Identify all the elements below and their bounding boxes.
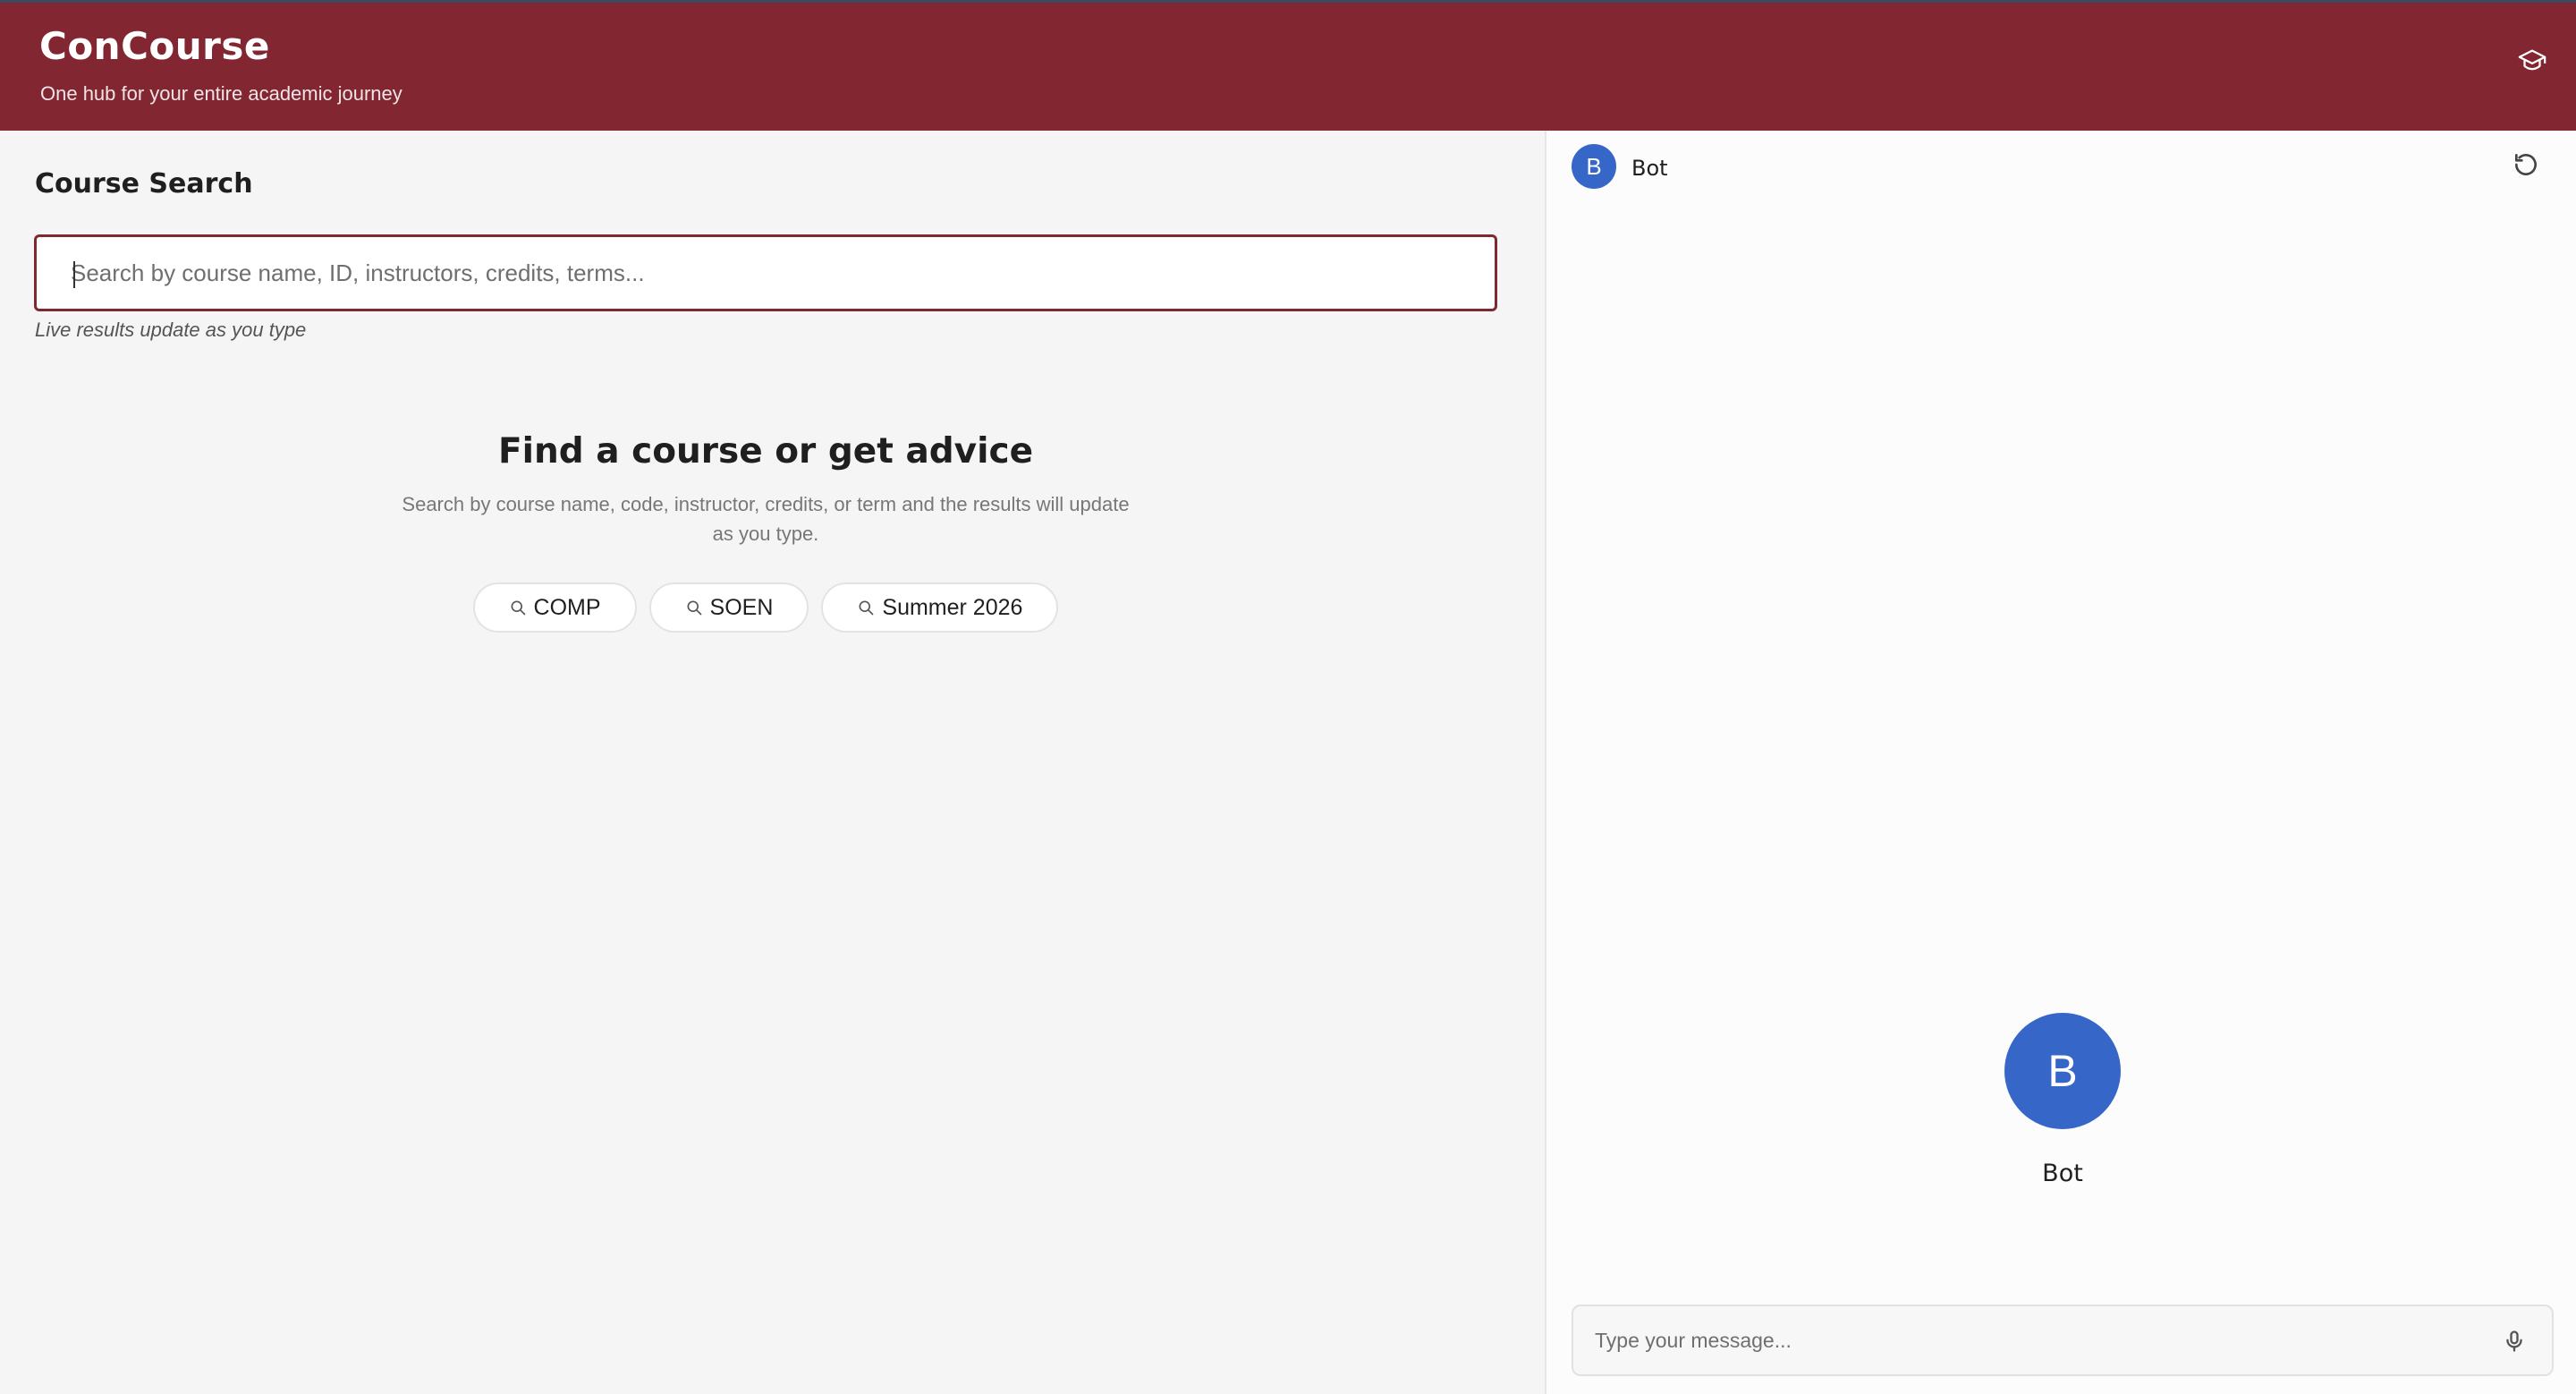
course-search-panel: Course Search Live results update as you… [0, 131, 1545, 1394]
chat-panel: B Bot B Bot [1545, 131, 2576, 1394]
course-search-title: Course Search [35, 168, 253, 200]
graduation-cap-icon[interactable] [2517, 46, 2547, 76]
search-hint: Live results update as you type [35, 319, 307, 341]
empty-state-title: Find a course or get advice [497, 431, 1034, 472]
suggestion-chip-label: Summer 2026 [882, 594, 1023, 620]
suggestion-chip-soen[interactable]: SOEN [648, 582, 809, 633]
search-icon [687, 600, 701, 616]
course-search-input[interactable] [37, 237, 1495, 309]
suggestion-chip-summer-2026[interactable]: Summer 2026 [821, 582, 1059, 633]
suggestion-chip-label: SOEN [709, 594, 774, 620]
text-caret [73, 261, 75, 288]
suggestion-chip-label: COMP [533, 594, 601, 620]
suggestion-chips: COMP SOEN Summer 2026 [0, 582, 1531, 633]
refresh-icon[interactable] [2512, 150, 2540, 179]
microphone-icon[interactable] [2502, 1328, 2527, 1355]
bot-avatar: B [1572, 144, 1616, 189]
course-search-box[interactable] [34, 234, 1497, 311]
message-input[interactable] [1573, 1306, 2552, 1374]
search-icon [859, 600, 874, 616]
empty-state-description: Search by course name, code, instructor,… [402, 493, 1130, 545]
empty-state: Find a course or get advice Search by co… [0, 431, 1531, 633]
bot-avatar-large: B [2004, 1013, 2121, 1129]
bot-name: Bot [1631, 156, 1668, 181]
app-title: ConCourse [39, 24, 270, 68]
bot-name-large: Bot [2042, 1160, 2083, 1187]
suggestion-chip-comp[interactable]: COMP [472, 582, 637, 633]
app-subtitle: One hub for your entire academic journey [40, 82, 402, 105]
message-composer[interactable] [1572, 1305, 2554, 1376]
search-icon [511, 600, 525, 616]
app-header: ConCourse One hub for your entire academ… [0, 0, 2576, 131]
